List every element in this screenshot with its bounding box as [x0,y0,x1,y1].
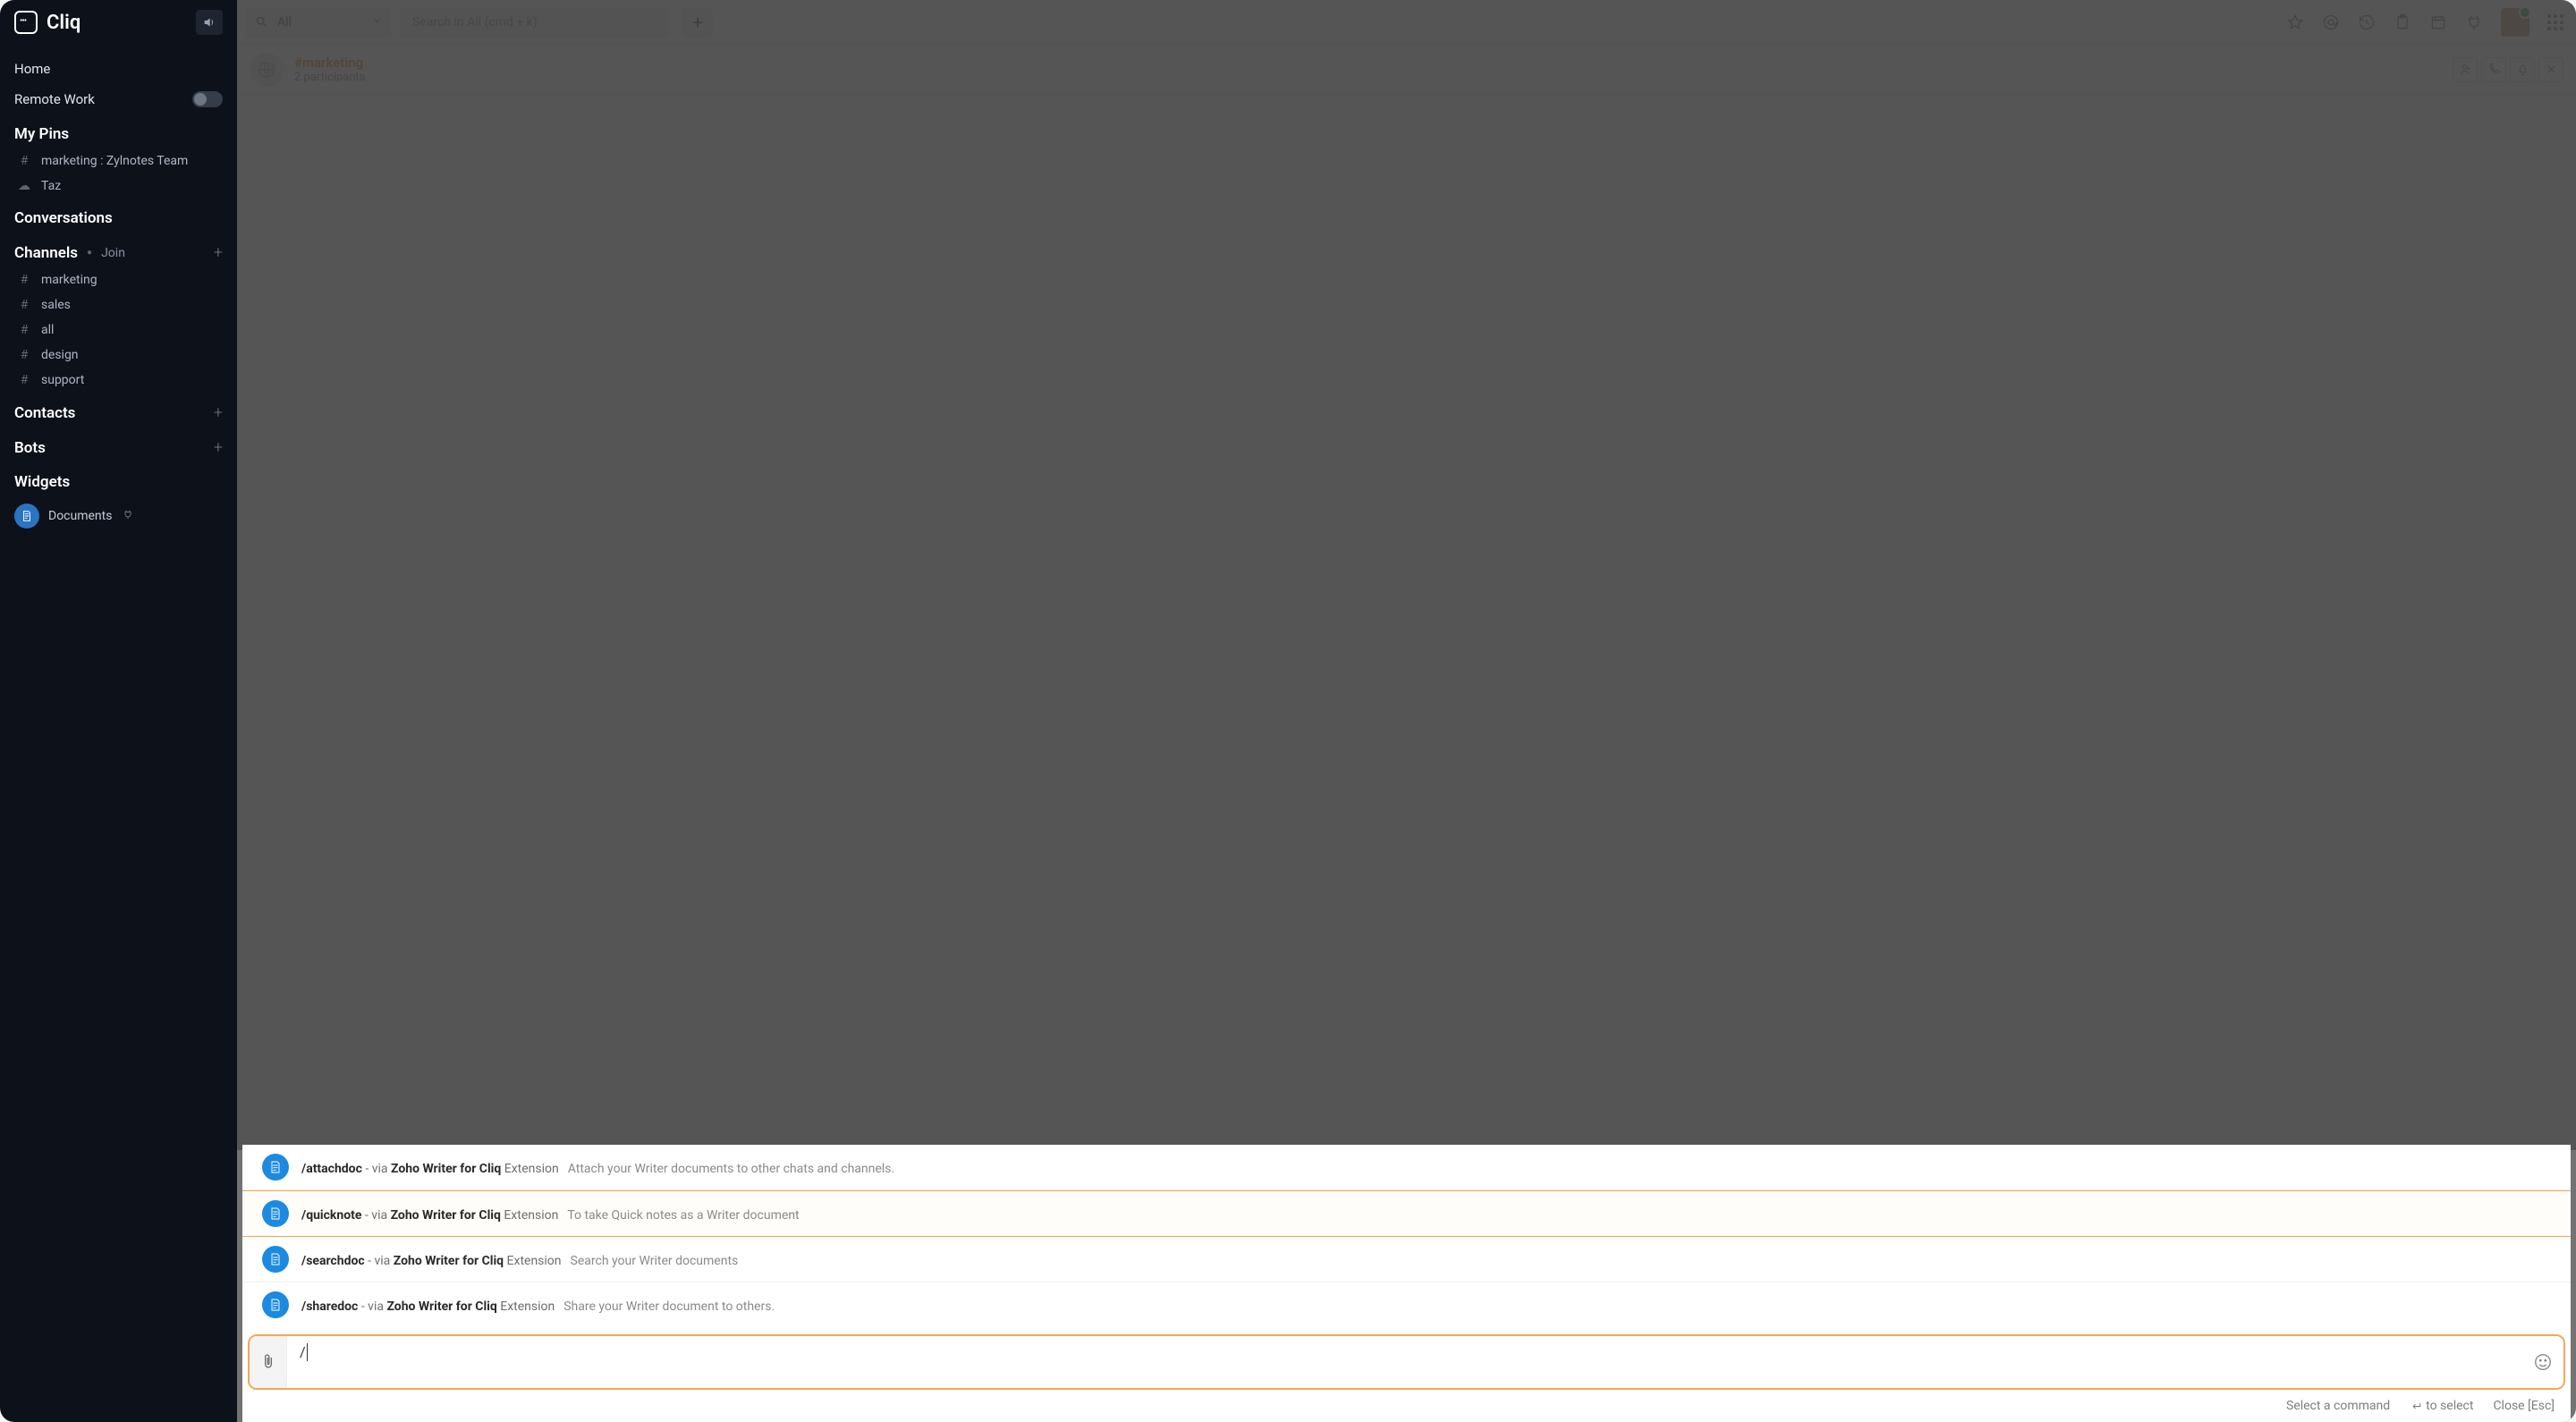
documents-widget-icon [14,504,39,529]
channels-title: Channels [14,244,78,262]
suggestion-attachdoc[interactable]: /attachdoc - via Zoho Writer for Cliq Ex… [242,1145,2571,1190]
plug-icon [123,509,133,523]
hash-icon: # [18,298,30,312]
writer-extension-icon [262,1200,289,1227]
hint-enter-to-select: to select [2410,1399,2473,1413]
add-channel-button[interactable]: + [214,243,223,262]
suggestion-searchdoc[interactable]: /searchdoc - via Zoho Writer for Cliq Ex… [242,1237,2571,1282]
nav-home[interactable]: Home [0,54,237,84]
nav: Home Remote Work My Pins # marketing : Z… [0,45,237,1422]
ext-name: Zoho Writer for Cliq [391,1162,501,1176]
widgets-title: Widgets [14,473,70,491]
channel-item-marketing[interactable]: # marketing [0,267,237,292]
hash-icon: # [18,348,30,362]
conversations-title: Conversations [14,209,113,227]
channel-label: sales [41,298,71,312]
channels-join-link[interactable]: Join [101,246,125,260]
ext-name: Zoho Writer for Cliq [394,1254,504,1268]
pin-item-taz[interactable]: ☁ Taz [0,174,237,199]
ext-name: Zoho Writer for Cliq [391,1208,501,1223]
cmd-name: /searchdoc [301,1254,365,1268]
channel-label: support [41,373,84,387]
writer-extension-icon [262,1291,289,1318]
channel-item-support[interactable]: # support [0,368,237,393]
writer-extension-icon [262,1246,289,1273]
attach-button[interactable] [250,1336,287,1388]
ext-suffix: Extension [501,1208,558,1223]
cliq-logo-icon [14,11,38,34]
ext-suffix: Extension [497,1299,555,1314]
brand-area: Cliq [0,0,237,45]
bots-title: Bots [14,439,46,457]
ext-name: Zoho Writer for Cliq [386,1299,496,1314]
nav-remote-work[interactable]: Remote Work [0,84,237,114]
channel-item-sales[interactable]: # sales [0,292,237,317]
widget-documents[interactable]: Documents [0,496,237,536]
contacts-title: Contacts [14,404,75,422]
ext-suffix: Extension [501,1162,558,1176]
pin-item-marketing[interactable]: # marketing : Zylnotes Team [0,148,237,174]
cmd-name: /sharedoc [301,1299,358,1314]
sound-toggle-button[interactable] [196,10,223,35]
pin-label: Taz [41,179,61,193]
main: All Search in All (cmd + k) + [237,0,2576,1422]
cmd-name: /quicknote [301,1208,361,1223]
cmd-desc: To take Quick notes as a Writer document [567,1208,799,1223]
channel-label: marketing [41,273,97,287]
add-bot-button[interactable]: + [214,438,223,457]
app-name: Cliq [47,12,80,34]
hint-select-command: Select a command [2286,1399,2390,1413]
message-composer: / [248,1334,2565,1390]
hash-icon: # [18,323,30,337]
channel-item-design[interactable]: # design [0,343,237,368]
section-conversations[interactable]: Conversations [0,199,237,233]
pin-label: marketing : Zylnotes Team [41,154,188,168]
hint-close[interactable]: Close [Esc] [2493,1399,2555,1413]
dot-separator: ● [87,248,92,258]
message-input[interactable]: / [287,1336,2522,1388]
hint-to-select-text: to select [2426,1399,2473,1413]
section-channels: Channels ● Join + [0,233,237,267]
widget-label: Documents [48,509,112,523]
cmd-name: /attachdoc [301,1162,362,1176]
remote-work-toggle[interactable] [192,91,223,107]
nav-home-label: Home [14,61,50,77]
cloud-icon: ☁ [18,179,30,193]
suggestion-quicknote[interactable]: /quicknote - via Zoho Writer for Cliq Ex… [242,1190,2571,1237]
command-suggestions-panel: /attachdoc - via Zoho Writer for Cliq Ex… [242,1145,2571,1422]
hash-icon: # [18,273,30,287]
suggestion-sharedoc[interactable]: /sharedoc - via Zoho Writer for Cliq Ext… [242,1282,2571,1327]
cmd-desc: Attach your Writer documents to other ch… [568,1162,894,1176]
via-text: - via [362,1162,391,1176]
channel-label: design [41,348,79,362]
channel-label: all [41,323,54,337]
via-text: - via [361,1208,390,1223]
cmd-desc: Share your Writer document to others. [564,1299,775,1314]
ext-suffix: Extension [504,1254,561,1268]
sidebar: Cliq Home Remote Work My Pins # marketin… [0,0,237,1422]
writer-extension-icon [262,1154,289,1181]
hash-icon: # [18,154,30,168]
section-my-pins: My Pins [0,114,237,148]
hint-bar: Select a command to select Close [Esc] [242,1392,2571,1422]
my-pins-title: My Pins [14,125,69,143]
input-value: / [300,1343,306,1360]
suggestions-list: /attachdoc - via Zoho Writer for Cliq Ex… [242,1145,2571,1327]
section-widgets: Widgets [0,462,237,496]
speaker-icon [202,15,216,30]
nav-remote-work-label: Remote Work [14,91,95,107]
section-contacts[interactable]: Contacts + [0,393,237,427]
text-caret [307,1343,308,1361]
composer-row: / [242,1327,2571,1392]
hash-icon: # [18,373,30,387]
via-text: - via [365,1254,394,1268]
via-text: - via [358,1299,386,1314]
emoji-button[interactable] [2522,1336,2563,1388]
section-bots[interactable]: Bots + [0,427,237,462]
add-contact-button[interactable]: + [214,403,223,422]
channel-item-all[interactable]: # all [0,317,237,343]
cmd-desc: Search your Writer documents [571,1254,739,1268]
